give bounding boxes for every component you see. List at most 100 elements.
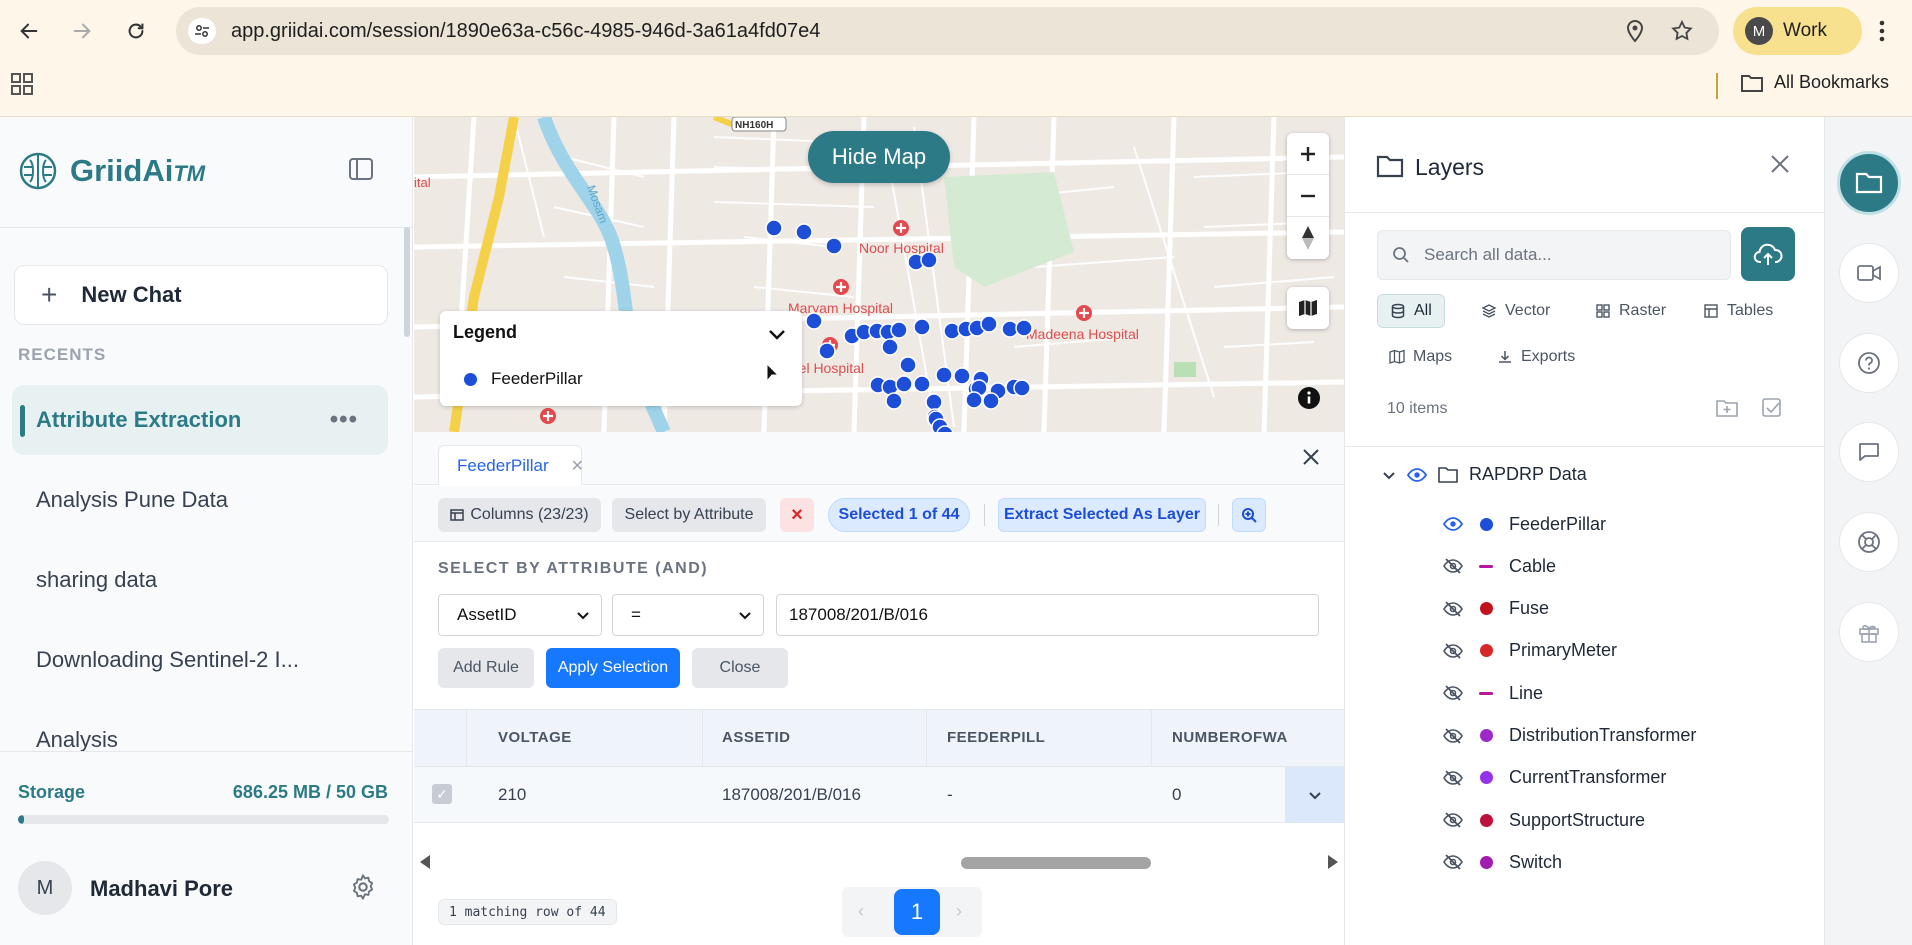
feeder-pillar-point[interactable] (925, 393, 943, 411)
layers-search-input[interactable]: Search all data... (1377, 230, 1731, 280)
chevron-down-icon[interactable] (766, 323, 788, 345)
columns-button[interactable]: Columns (23/23) (438, 498, 601, 532)
app-logo[interactable]: GriidAiTM (18, 151, 205, 191)
basemap-icon[interactable] (1287, 287, 1329, 329)
feeder-pillar-point[interactable] (920, 251, 938, 269)
compass-icon[interactable] (1287, 217, 1329, 259)
feeder-pillar-point[interactable] (980, 315, 998, 333)
feeder-pillar-point[interactable] (818, 342, 836, 360)
layer-item-cable[interactable]: Cable (1443, 552, 1556, 580)
address-bar[interactable]: app.griidai.com/session/1890e63a-c56c-49… (176, 7, 1719, 55)
value-input[interactable]: 187008/201/B/016 (776, 594, 1319, 636)
info-icon[interactable] (1297, 386, 1323, 412)
close-icon[interactable] (1767, 151, 1793, 177)
chat-item-attribute-extraction[interactable]: Attribute Extraction ••• (12, 385, 388, 455)
filter-exports[interactable]: Exports (1485, 340, 1587, 374)
back-icon[interactable] (10, 12, 48, 50)
layer-item-switch[interactable]: Switch (1443, 848, 1562, 876)
filter-maps[interactable]: Maps (1377, 340, 1464, 374)
feeder-pillar-point[interactable] (1013, 379, 1031, 397)
chat-item-analysis-pune-data[interactable]: Analysis Pune Data (12, 465, 388, 535)
gift-button[interactable] (1839, 602, 1899, 662)
chevron-down-icon[interactable] (1381, 467, 1397, 483)
upload-button[interactable] (1741, 227, 1795, 281)
feeder-pillar-point[interactable] (881, 338, 899, 356)
prev-page-icon[interactable]: ‹ (858, 901, 864, 922)
scroll-right-icon[interactable] (1328, 855, 1338, 869)
clear-selection-button[interactable]: × (780, 498, 814, 532)
layer-item-line[interactable]: Line (1443, 679, 1543, 707)
feeder-pillar-point[interactable] (965, 391, 983, 409)
feeder-pillar-point[interactable] (899, 356, 917, 374)
new-folder-icon[interactable] (1715, 397, 1739, 419)
tab-feederpillar[interactable]: FeederPillar ✕ (438, 445, 584, 485)
feeder-pillar-point[interactable] (913, 375, 931, 393)
column-header-numberofwa[interactable]: NUMBEROFWA (1172, 729, 1288, 746)
chat-item-downloading-sentinel[interactable]: Downloading Sentinel-2 I... (12, 625, 388, 695)
forward-icon[interactable] (63, 12, 101, 50)
eye-off-icon[interactable] (1443, 810, 1463, 830)
zoom-in-icon[interactable] (1287, 133, 1329, 175)
table-row[interactable]: ✓ 210 187008/201/B/016 - 0 (414, 767, 1344, 823)
bookmark-star-icon[interactable] (1670, 19, 1696, 45)
feeder-pillar-point[interactable] (795, 223, 813, 241)
eye-off-icon[interactable] (1443, 683, 1463, 703)
feeder-pillar-point[interactable] (935, 366, 953, 384)
apply-selection-button[interactable]: Apply Selection (546, 648, 680, 688)
hide-map-button[interactable]: Hide Map (808, 131, 950, 183)
scrollbar-thumb[interactable] (961, 857, 1151, 869)
field-select[interactable]: AssetID (438, 594, 602, 636)
feeder-pillar-point[interactable] (913, 318, 931, 336)
new-chat-button[interactable]: + New Chat (14, 265, 388, 325)
user-avatar[interactable]: M (18, 861, 72, 915)
row-checkbox[interactable]: ✓ (432, 784, 452, 804)
filter-all[interactable]: All (1377, 294, 1445, 328)
filter-tables[interactable]: Tables (1691, 294, 1785, 328)
column-header-feederpill[interactable]: FEEDERPILL (947, 729, 1045, 746)
row-expand-chevron-icon[interactable] (1285, 767, 1344, 823)
apps-grid-icon[interactable] (10, 72, 36, 98)
browser-menu-icon[interactable] (1868, 12, 1896, 50)
video-button[interactable] (1839, 243, 1899, 303)
close-icon[interactable] (1300, 446, 1324, 470)
layer-item-feederpillar[interactable]: FeederPillar (1443, 510, 1606, 538)
zoom-out-icon[interactable] (1287, 175, 1329, 217)
chat-item-analysis[interactable]: Analysis (12, 705, 388, 775)
all-bookmarks-button[interactable]: All Bookmarks (1740, 72, 1889, 93)
eye-off-icon[interactable] (1443, 768, 1463, 788)
filter-raster[interactable]: Raster (1583, 294, 1678, 328)
eye-off-icon[interactable] (1443, 599, 1463, 619)
more-options-icon[interactable]: ••• (330, 406, 358, 434)
layer-item-primarymeter[interactable]: PrimaryMeter (1443, 637, 1617, 665)
sidebar-scrollbar[interactable] (404, 227, 410, 337)
select-by-attribute-button[interactable]: Select by Attribute (612, 498, 766, 532)
feeder-pillar-point[interactable] (805, 312, 823, 330)
layer-item-fuse[interactable]: Fuse (1443, 595, 1549, 623)
sidebar-toggle-icon[interactable] (348, 157, 376, 183)
extract-selected-button[interactable]: Extract Selected As Layer (998, 498, 1206, 532)
close-button[interactable]: Close (692, 648, 788, 688)
zoom-to-selection-icon[interactable] (1232, 498, 1266, 532)
column-header-assetid[interactable]: ASSETID (722, 729, 791, 746)
feeder-pillar-point[interactable] (895, 375, 913, 393)
eye-off-icon[interactable] (1443, 641, 1463, 661)
operator-select[interactable]: = (612, 594, 764, 636)
profile-chip[interactable]: M Work (1733, 7, 1862, 55)
tab-close-icon[interactable]: ✕ (571, 456, 584, 476)
layers-folder-button[interactable] (1837, 151, 1901, 215)
select-all-checkbox-icon[interactable] (1761, 397, 1783, 419)
feeder-pillar-point[interactable] (890, 321, 908, 339)
add-rule-button[interactable]: Add Rule (438, 648, 534, 688)
location-icon[interactable] (1623, 19, 1649, 45)
next-page-icon[interactable]: › (956, 901, 962, 922)
reload-icon[interactable] (117, 12, 155, 50)
chat-button[interactable] (1839, 422, 1899, 482)
layer-item-distributiontransformer[interactable]: DistributionTransformer (1443, 722, 1696, 750)
gear-icon[interactable] (349, 873, 379, 903)
layer-group-rapdrp[interactable]: RAPDRP Data (1381, 464, 1587, 485)
help-button[interactable] (1839, 333, 1899, 393)
eye-icon[interactable] (1407, 467, 1427, 483)
feeder-pillar-point[interactable] (982, 392, 1000, 410)
feeder-pillar-point[interactable] (765, 219, 783, 237)
filter-vector[interactable]: Vector (1469, 294, 1562, 328)
